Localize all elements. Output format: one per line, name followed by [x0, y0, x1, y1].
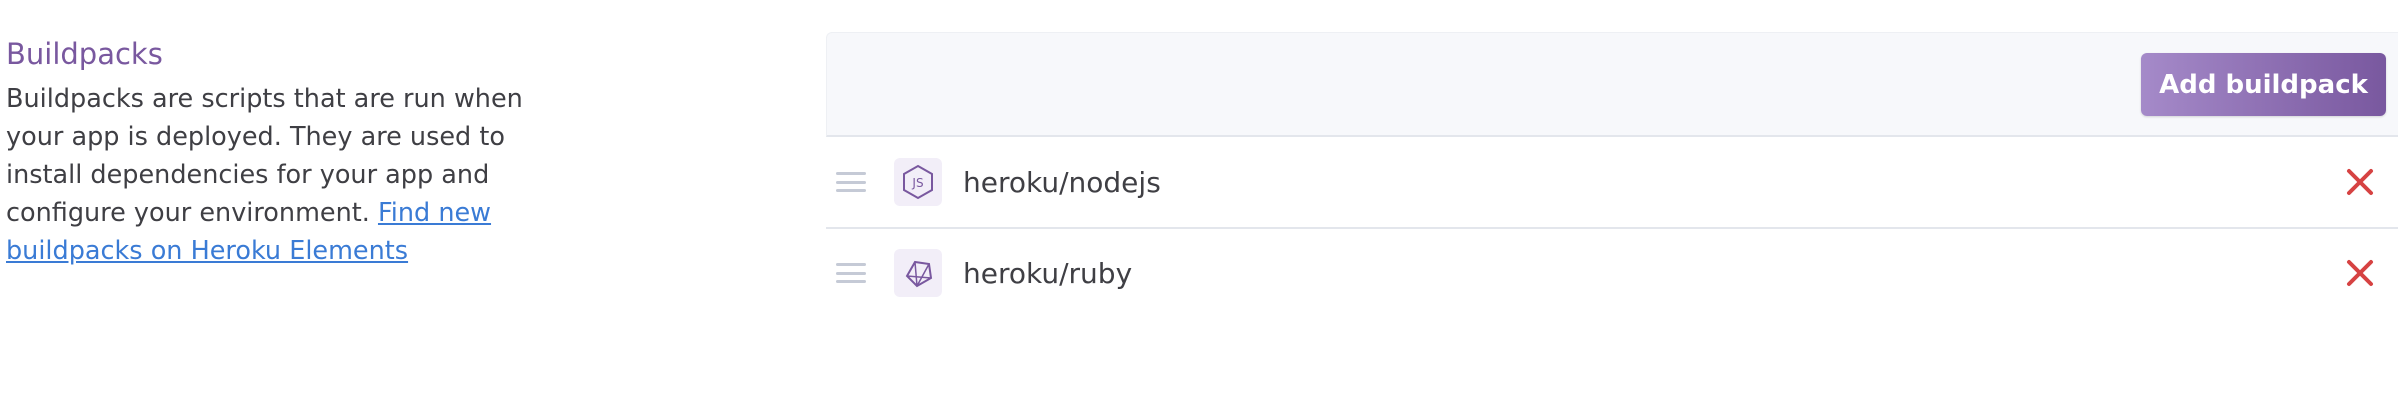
buildpacks-settings-section: Buildpacks Buildpacks are scripts that a…: [0, 0, 2398, 414]
add-buildpack-button[interactable]: Add buildpack: [2141, 53, 2386, 116]
panel-header: Add buildpack: [826, 32, 2398, 137]
nodejs-icon: JS: [894, 158, 942, 206]
drag-handle-icon[interactable]: [836, 263, 866, 283]
ruby-icon: [894, 249, 942, 297]
buildpacks-description-column: Buildpacks Buildpacks are scripts that a…: [6, 30, 566, 270]
section-title: Buildpacks: [6, 37, 163, 71]
buildpack-row: heroku/ruby: [826, 227, 2398, 317]
buildpack-row: JS heroku/nodejs: [826, 137, 2398, 227]
buildpack-name: heroku/nodejs: [963, 165, 1161, 199]
drag-handle-icon[interactable]: [836, 172, 866, 192]
svg-text:JS: JS: [911, 176, 923, 190]
section-description: Buildpacks are scripts that are run when…: [6, 80, 566, 270]
buildpack-name: heroku/ruby: [963, 256, 1133, 290]
buildpacks-panel: Add buildpack JS heroku/nodejs heroku/ru…: [826, 32, 2398, 414]
remove-buildpack-icon[interactable]: [2342, 164, 2378, 200]
remove-buildpack-icon[interactable]: [2342, 255, 2378, 291]
